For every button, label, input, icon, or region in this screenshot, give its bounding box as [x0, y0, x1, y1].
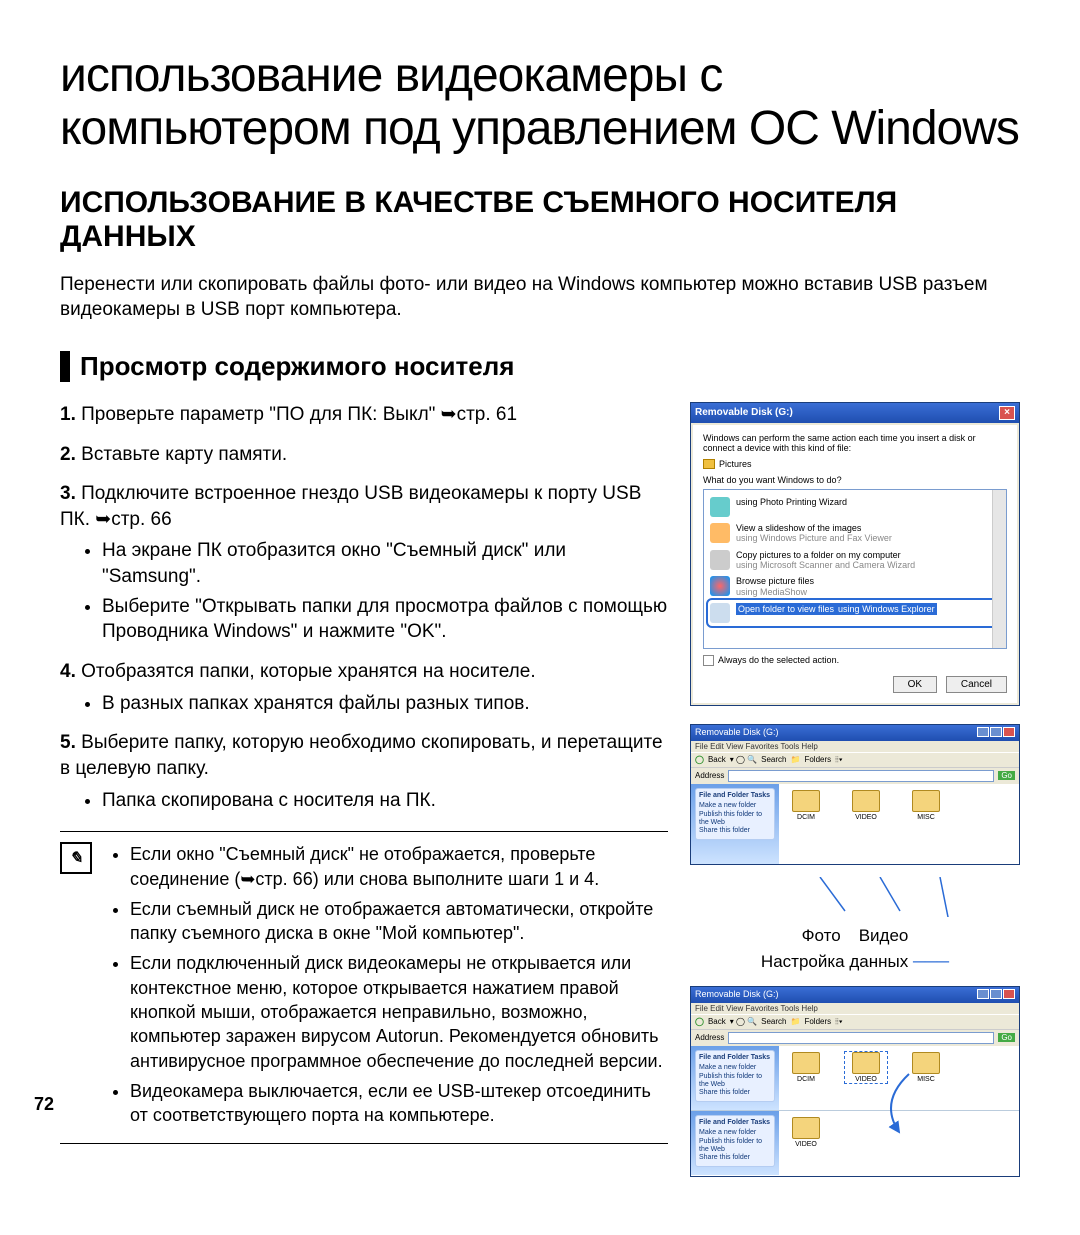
callout-settings: Настройка данных ───	[690, 952, 1020, 972]
explorer-window-2: Removable Disk (G:) File Edit View Favor…	[690, 986, 1020, 1177]
list-item[interactable]: Browse picture filesusing MediaShow	[708, 573, 1002, 600]
step-5: 5. Выберите папку, которую необходимо ск…	[60, 730, 668, 813]
toolbar[interactable]: ◯ Back ▾ ◯ 🔍 Search 📁 Folders ⦙⦙▾	[691, 1014, 1019, 1030]
step-text: Вставьте карту памяти.	[81, 444, 287, 465]
explorer-window-1: Removable Disk (G:) File Edit View Favor…	[690, 724, 1020, 865]
folder-open-icon	[710, 603, 730, 623]
step-num: 4.	[60, 661, 76, 682]
folder-dcim[interactable]: DCIM	[785, 790, 827, 821]
checkbox[interactable]	[703, 655, 714, 666]
step-4: 4. Отобразятся папки, которые хранятся н…	[60, 659, 668, 716]
callout-photo: Фото	[802, 926, 841, 946]
folder-video[interactable]: VIDEO	[845, 790, 887, 821]
picture-icon	[710, 523, 730, 543]
step-text: Проверьте параметр "ПО для ПК: Выкл" ➥ст…	[81, 404, 517, 425]
window-buttons[interactable]	[976, 989, 1015, 1001]
side-panel: File and Folder Tasks Make a new folder …	[691, 784, 779, 864]
section-title: ИСПОЛЬЗОВАНИЕ В КАЧЕСТВЕ СЪЕМНОГО НОСИТЕ…	[60, 186, 1020, 254]
step-num: 2.	[60, 444, 76, 465]
scanner-icon	[710, 550, 730, 570]
checkbox-label: Always do the selected action.	[718, 655, 839, 665]
right-column: Removable Disk (G:) × Windows can perfor…	[690, 402, 1020, 1189]
folder-pane[interactable]: DCIM VIDEO MISC	[779, 784, 1019, 864]
address-bar[interactable]	[728, 1032, 994, 1044]
callout-labels: Фото Видео	[690, 926, 1020, 946]
list-item[interactable]: View a slideshow of the imagesusing Wind…	[708, 520, 1002, 547]
step-3: 3. Подключите встроенное гнездо USB виде…	[60, 481, 668, 645]
step-bullet: В разных папках хранятся файлы разных ти…	[102, 691, 668, 717]
note-item: Видеокамера выключается, если ее USB-ште…	[130, 1079, 668, 1128]
callout-lines	[690, 877, 1020, 917]
step-text: Отобразятся папки, которые хранятся на н…	[81, 661, 535, 682]
note-item: Если окно "Съемный диск" не отображается…	[130, 842, 668, 891]
window-title: Removable Disk (G:)	[695, 727, 779, 739]
dialog-prompt: Windows can perform the same action each…	[703, 433, 1007, 453]
note-item: Если подключенный диск видеокамеры не от…	[130, 951, 668, 1072]
go-button[interactable]: Go	[998, 771, 1015, 780]
dialog-title: Removable Disk (G:)	[695, 407, 793, 418]
step-2: 2. Вставьте карту памяти.	[60, 442, 668, 468]
note-item: Если съемный диск не отображается автома…	[130, 897, 668, 946]
go-button[interactable]: Go	[998, 1033, 1015, 1042]
list-item-selected[interactable]: Open folder to view filesusing Windows E…	[708, 600, 1002, 626]
callout-video: Видео	[859, 926, 909, 946]
page-title: использование видеокамеры с компьютером …	[60, 50, 1020, 156]
steps-list: 1. Проверьте параметр "ПО для ПК: Выкл" …	[60, 402, 668, 813]
drag-arrow-icon	[849, 1072, 949, 1142]
step-bullet: На экране ПК отобразится окно "Съемный д…	[102, 538, 668, 589]
window-buttons[interactable]	[976, 727, 1015, 739]
step-num: 1.	[60, 404, 76, 425]
toolbar[interactable]: ◯ Back ▾ ◯ 🔍 Search 📁 Folders ⦙⦙▾	[691, 752, 1019, 768]
scrollbar[interactable]	[992, 490, 1006, 648]
media-icon	[710, 576, 730, 596]
sub-heading: Просмотр содержимого носителя	[60, 351, 1020, 382]
file-type-label: Pictures	[719, 459, 752, 469]
list-item[interactable]: Copy pictures to a folder on my computer…	[708, 547, 1002, 574]
wizard-icon	[710, 497, 730, 517]
step-num: 5.	[60, 732, 76, 753]
intro-paragraph: Перенести или скопировать файлы фото- ил…	[60, 272, 1020, 323]
menu-bar[interactable]: File Edit View Favorites Tools Help	[691, 1003, 1019, 1014]
folder-video-copy[interactable]: VIDEO	[785, 1117, 827, 1148]
step-1: 1. Проверьте параметр "ПО для ПК: Выкл" …	[60, 402, 668, 428]
address-label: Address	[695, 771, 724, 780]
menu-bar[interactable]: File Edit View Favorites Tools Help	[691, 741, 1019, 752]
step-bullet: Папка скопирована с носителя на ПК.	[102, 788, 668, 814]
note-block: ✎ Если окно "Съемный диск" не отображает…	[60, 831, 668, 1144]
folder-dcim[interactable]: DCIM	[785, 1052, 827, 1083]
cancel-button[interactable]: Cancel	[946, 676, 1007, 693]
page-number: 72	[34, 1094, 54, 1115]
window-title: Removable Disk (G:)	[695, 989, 779, 1001]
folder-misc[interactable]: MISC	[905, 790, 947, 821]
step-text: Выберите папку, которую необходимо скопи…	[60, 732, 663, 779]
autoplay-dialog: Removable Disk (G:) × Windows can perfor…	[690, 402, 1020, 706]
step-text: Подключите встроенное гнездо USB видеока…	[60, 483, 641, 530]
step-num: 3.	[60, 483, 76, 504]
dialog-question: What do you want Windows to do?	[703, 475, 1007, 485]
back-button[interactable]: ◯	[695, 755, 704, 764]
dialog-list[interactable]: using Photo Printing Wizard View a slide…	[703, 489, 1007, 649]
address-bar[interactable]	[728, 770, 994, 782]
left-column: 1. Проверьте параметр "ПО для ПК: Выкл" …	[60, 402, 668, 1189]
note-icon: ✎	[60, 842, 92, 874]
list-item[interactable]: using Photo Printing Wizard	[708, 494, 1002, 520]
close-icon[interactable]: ×	[999, 406, 1015, 420]
folder-icon	[703, 459, 715, 469]
step-bullet: Выберите "Открывать папки для просмотра …	[102, 594, 668, 645]
ok-button[interactable]: OK	[893, 676, 937, 693]
